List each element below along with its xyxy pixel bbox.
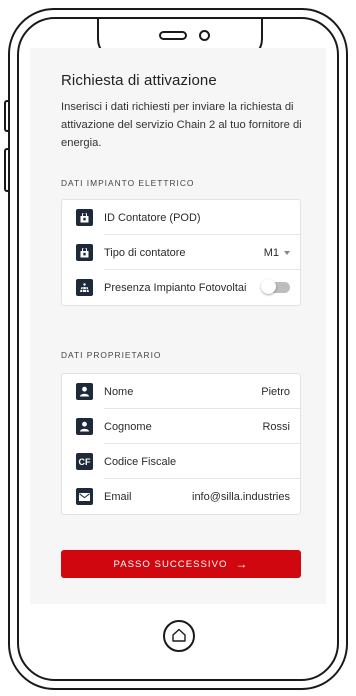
cf-icon: CF [76,453,93,470]
section-title-proprietario: Dati proprietario [61,350,162,360]
cognome-field[interactable]: Cognome Rossi [62,409,300,444]
home-icon [172,628,186,642]
solar-toggle-row: Presenza Impianto Fotovoltai [62,270,300,305]
email-value[interactable]: info@silla.industries [192,491,290,503]
page-description: Inserisci i dati richiesti per inviare l… [61,101,302,149]
impianto-card: ID Contatore (POD) Tipo di contatore M1 … [61,199,301,306]
pod-label: ID Contatore (POD) [104,211,201,224]
solar-label: Presenza Impianto Fotovoltai [104,281,247,294]
cognome-label: Cognome [104,420,152,433]
pod-field[interactable]: ID Contatore (POD) [62,200,300,235]
page-title: Richiesta di attivazione [61,72,217,89]
camera-icon [199,30,210,41]
next-step-button[interactable]: PASSO SUCCESSIVO → [61,550,301,578]
arrow-right-icon: → [235,557,249,571]
proprietario-card: Nome Pietro Cognome Rossi CF Codice Fisc… [61,373,301,515]
email-field[interactable]: Email info@silla.industries [62,479,300,514]
nome-field[interactable]: Nome Pietro [62,374,300,409]
codice-fiscale-label: Codice Fiscale [104,455,177,468]
meter-icon [76,244,93,261]
cognome-value[interactable]: Rossi [262,421,290,433]
next-step-label: PASSO SUCCESSIVO [113,558,228,570]
user-icon [76,418,93,435]
meter-type-value[interactable]: M1 [264,247,290,259]
nome-value[interactable]: Pietro [261,386,290,398]
chevron-down-icon [284,250,290,255]
meter-type-label: Tipo di contatore [104,246,186,259]
codice-fiscale-field[interactable]: CF Codice Fiscale [62,444,300,479]
app-screen: Richiesta di attivazione Inserisci i dat… [30,48,326,604]
meter-icon [76,209,93,226]
solar-toggle[interactable] [261,279,290,294]
home-button[interactable] [163,620,195,652]
nome-label: Nome [104,385,134,398]
email-label: Email [104,490,132,503]
solar-panel-icon [76,279,93,296]
section-title-impianto: Dati impianto elettrico [61,178,195,188]
mail-icon [76,488,93,505]
speaker-icon [159,31,187,40]
user-icon [76,383,93,400]
meter-type-select[interactable]: Tipo di contatore M1 [62,235,300,270]
